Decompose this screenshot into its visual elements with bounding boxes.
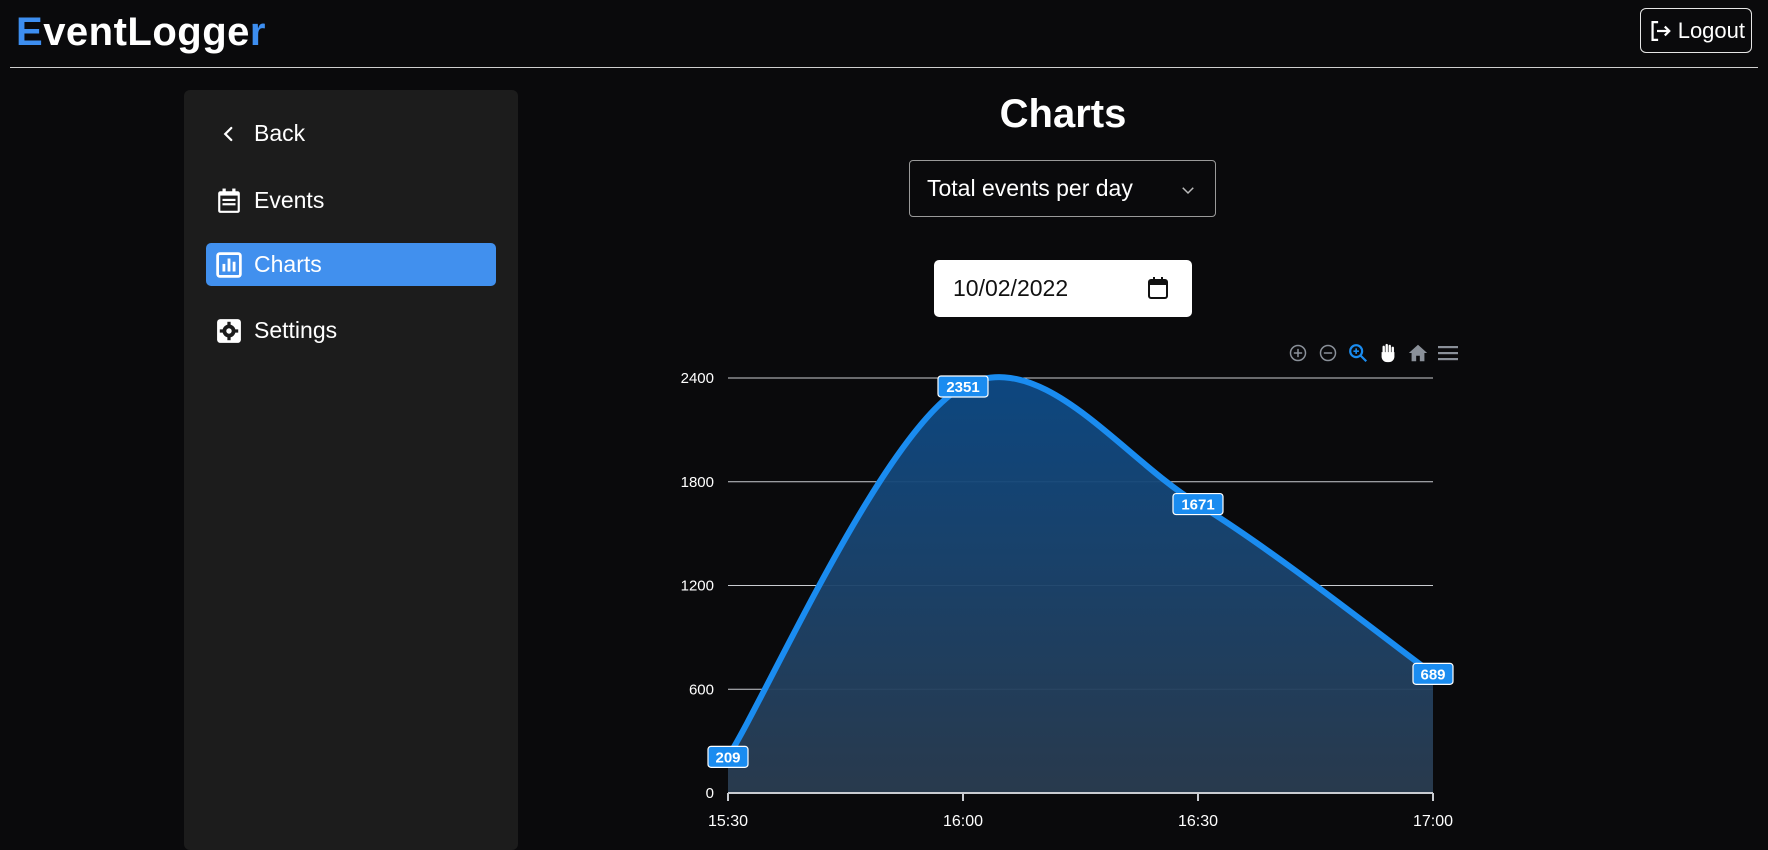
date-input[interactable]: 10/02/2022 (934, 260, 1192, 317)
sidebar-item-back[interactable]: Back (206, 112, 496, 155)
page-title: Charts (999, 92, 1127, 136)
data-label-box (707, 745, 749, 768)
reset-home-icon[interactable] (1406, 341, 1430, 365)
chart-data-labels: 209 2351 1671 689 (707, 375, 1454, 768)
series-line (725, 374, 1436, 760)
calendar-icon (216, 188, 242, 214)
y-tick-label: 2400 (681, 370, 714, 387)
brand-logo: EventLogger (16, 10, 266, 55)
header-divider (10, 67, 1758, 68)
x-tick-label: 16:00 (943, 813, 983, 830)
sidebar-item-label: Back (254, 120, 306, 146)
data-label: 1671 (1181, 497, 1214, 514)
zoom-selection-icon[interactable] (1346, 341, 1370, 365)
date-input-value: 10/02/2022 (953, 275, 1069, 301)
zoom-in-icon[interactable] (1286, 341, 1310, 365)
data-label-box (1172, 492, 1224, 516)
brand-middle: ventLogge (43, 10, 250, 54)
sidebar-item-settings[interactable]: Settings (206, 309, 496, 352)
data-label: 2351 (946, 379, 979, 396)
data-label-box (937, 375, 989, 398)
logout-icon (1651, 20, 1671, 41)
y-tick-label: 0 (706, 785, 714, 802)
sidebar-item-label: Settings (254, 317, 338, 343)
chart-gridlines (728, 377, 1433, 690)
y-tick-label: 600 (689, 681, 714, 698)
chart-toolbar (1286, 340, 1460, 366)
data-label: 689 (1420, 666, 1445, 683)
chart-area-layer (725, 374, 1436, 793)
gear-icon (216, 318, 242, 344)
x-tick-label: 16:30 (1178, 813, 1218, 830)
chevron-left-icon (216, 121, 242, 147)
sidebar-item-label: Charts (254, 251, 322, 277)
brand-last-letter: r (249, 10, 266, 54)
sidebar-item-charts[interactable]: Charts (206, 243, 496, 286)
y-tick-label: 1800 (681, 474, 714, 491)
chart-y-axis: 0 600 1200 1800 2400 (681, 370, 714, 802)
chart-x-axis: 15:30 16:00 16:30 17:00 (708, 792, 1453, 830)
brand-first-letter: E (16, 10, 44, 54)
logout-label: Logout (1677, 17, 1745, 43)
x-tick-label: 15:30 (708, 813, 748, 830)
app-header: EventLogger Logout (0, 0, 1768, 68)
chart-type-select-value: Total events per day (927, 175, 1133, 201)
logout-button[interactable]: Logout (1640, 8, 1752, 53)
menu-icon[interactable] (1436, 341, 1460, 365)
zoom-out-icon[interactable] (1316, 341, 1340, 365)
chevron-down-icon (1179, 178, 1197, 205)
sidebar: Back Events Charts Settings (184, 90, 518, 850)
sidebar-item-events[interactable]: Events (206, 179, 496, 222)
y-tick-label: 1200 (681, 578, 714, 595)
series-area-fill (728, 377, 1433, 793)
pan-hand-icon[interactable] (1376, 341, 1400, 365)
bar-chart-icon (216, 251, 242, 278)
data-label: 209 (715, 749, 740, 766)
x-tick-label: 17:00 (1413, 813, 1453, 830)
chart-type-select[interactable]: Total events per day (909, 160, 1216, 217)
sidebar-item-label: Events (254, 187, 325, 213)
calendar-picker-icon[interactable] (1146, 276, 1170, 306)
data-label-box (1412, 662, 1454, 685)
